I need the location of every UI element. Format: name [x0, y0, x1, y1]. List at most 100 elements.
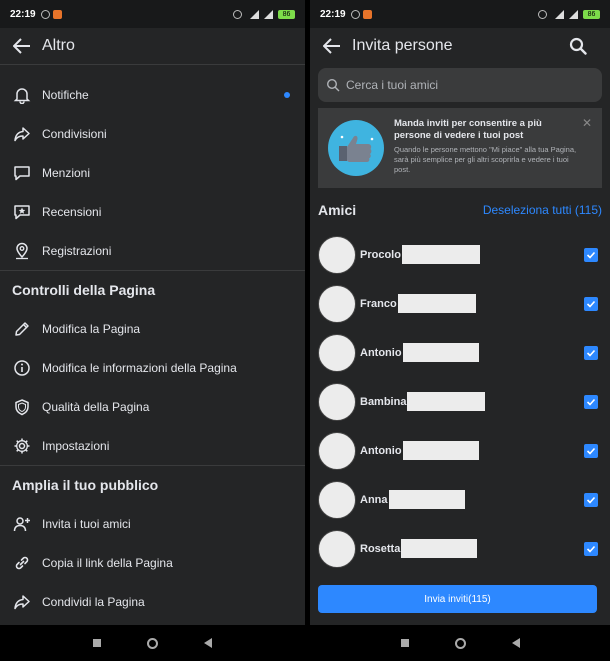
signal-icon — [250, 9, 259, 19]
battery-icon: 86 — [278, 9, 295, 19]
friend-search-bar[interactable] — [318, 68, 602, 102]
friend-checkbox[interactable] — [584, 247, 598, 262]
invite-banner: Manda inviti per consentire a più person… — [318, 108, 602, 188]
left-screen: 22:19 86 Altro Notifiche Condivisioni Me… — [0, 0, 305, 661]
status-bar: 22:19 86 — [310, 0, 610, 28]
friend-row[interactable]: Antonio — [310, 426, 610, 475]
menu-item-label: Condivisioni — [42, 126, 107, 141]
star-bubble-icon — [12, 202, 32, 222]
back-arrow-icon[interactable] — [322, 36, 342, 56]
avatar — [318, 382, 356, 421]
friend-checkbox[interactable] — [584, 394, 598, 409]
system-nav-bar — [0, 625, 305, 661]
redacted-surname — [402, 343, 479, 362]
section-title: Controlli della Pagina — [12, 282, 156, 298]
link-icon — [12, 553, 32, 573]
send-invites-button[interactable]: Invia inviti(115) — [318, 585, 597, 613]
redacted-surname — [402, 441, 479, 460]
avatar — [318, 235, 356, 274]
friend-row[interactable]: Anna — [310, 475, 610, 524]
menu-item-label: Condividi la Pagina — [42, 594, 145, 609]
menu-item-label: Menzioni — [42, 165, 91, 180]
friend-row[interactable]: Bambina — [310, 377, 610, 426]
menu-item-condivisioni[interactable]: Condivisioni — [0, 114, 305, 153]
notification-icon — [52, 9, 62, 19]
redacted-surname — [397, 294, 476, 313]
recents-button[interactable] — [400, 639, 409, 647]
right-screen: 22:19 86 Invita persone Cerca i tuoi ami… — [310, 0, 610, 661]
home-button[interactable] — [454, 637, 466, 649]
notification-icon — [362, 9, 372, 19]
back-button[interactable] — [204, 638, 212, 648]
shield-icon — [12, 397, 32, 417]
status-bar: 22:19 86 — [0, 0, 305, 28]
menu-item-notifiche[interactable]: Notifiche — [0, 75, 305, 114]
menu-item-label: Copia il link della Pagina — [42, 555, 173, 570]
share-icon — [12, 592, 32, 612]
friend-search-input[interactable] — [346, 78, 594, 92]
alarm-icon — [350, 9, 360, 19]
menu-item-condividi-pagina[interactable]: Condividi la Pagina — [0, 582, 305, 621]
menu-item-recensioni[interactable]: Recensioni — [0, 192, 305, 231]
friend-row[interactable]: Procolo — [310, 230, 610, 279]
status-time: 22:19 — [10, 8, 36, 20]
friend-row[interactable]: Franco — [310, 279, 610, 328]
back-arrow-icon[interactable] — [12, 36, 32, 56]
menu-item-copia-link[interactable]: Copia il link della Pagina — [0, 543, 305, 582]
avatar — [318, 529, 356, 568]
redacted-surname — [388, 490, 465, 509]
menu-item-label: Registrazioni — [42, 243, 112, 258]
wifi-icon — [264, 9, 273, 19]
friend-name: Antonio — [360, 444, 402, 457]
friend-name: Anna — [360, 493, 388, 506]
menu-item-label: Modifica le informazioni della Pagina — [42, 360, 237, 375]
close-icon[interactable]: ✕ — [582, 116, 592, 130]
search-icon[interactable] — [568, 36, 588, 56]
friends-header: Amici Deseleziona tutti (115) — [310, 190, 610, 230]
menu-item-label: Notifiche — [42, 87, 89, 102]
friend-checkbox[interactable] — [584, 443, 598, 458]
menu-item-registrazioni[interactable]: Registrazioni — [0, 231, 305, 270]
home-button[interactable] — [147, 637, 158, 649]
friend-checkbox[interactable] — [584, 345, 598, 360]
avatar — [318, 284, 356, 323]
recents-button[interactable] — [93, 639, 101, 647]
menu-item-modifica-info[interactable]: Modifica le informazioni della Pagina — [0, 348, 305, 387]
friends-title: Amici — [318, 202, 357, 218]
menu-item-invita-amici[interactable]: Invita i tuoi amici — [0, 504, 305, 543]
page-title: Altro — [42, 37, 75, 54]
avatar — [318, 431, 356, 470]
menu-item-qualita-pagina[interactable]: Qualità della Pagina — [0, 387, 305, 426]
signal-icon — [555, 9, 564, 19]
bluetooth-icon — [538, 9, 547, 19]
deselect-all-link[interactable]: Deseleziona tutti (115) — [483, 203, 602, 217]
app-bar: Altro — [0, 28, 305, 64]
friend-row[interactable]: Rosetta — [310, 524, 610, 573]
menu-item-label: Recensioni — [42, 204, 102, 219]
battery-icon: 86 — [583, 9, 600, 19]
friend-name: Procolo — [360, 248, 401, 261]
search-icon — [326, 78, 340, 92]
menu-item-modifica-pagina[interactable]: Modifica la Pagina — [0, 309, 305, 348]
friend-checkbox[interactable] — [584, 541, 598, 556]
menu-item-label: Modifica la Pagina — [42, 321, 141, 336]
wifi-icon — [569, 9, 578, 19]
back-button[interactable] — [511, 638, 520, 648]
friend-checkbox[interactable] — [584, 296, 598, 311]
friend-name: Franco — [360, 297, 397, 310]
friend-row[interactable]: Antonio — [310, 328, 610, 377]
info-icon — [12, 358, 32, 378]
app-bar: Invita persone — [310, 28, 610, 64]
friend-name: Rosetta — [360, 542, 401, 555]
avatar — [318, 333, 356, 372]
gear-icon — [12, 436, 32, 456]
pencil-icon — [12, 319, 32, 339]
menu-item-menzioni[interactable]: Menzioni — [0, 153, 305, 192]
menu-item-impostazioni[interactable]: Impostazioni — [0, 426, 305, 465]
menu-item-label: Qualità della Pagina — [42, 399, 150, 414]
location-pin-icon — [12, 241, 32, 261]
friend-checkbox[interactable] — [584, 492, 598, 507]
unread-dot — [284, 91, 290, 98]
menu-item-label: Invita i tuoi amici — [42, 516, 131, 531]
bell-icon — [12, 85, 32, 105]
